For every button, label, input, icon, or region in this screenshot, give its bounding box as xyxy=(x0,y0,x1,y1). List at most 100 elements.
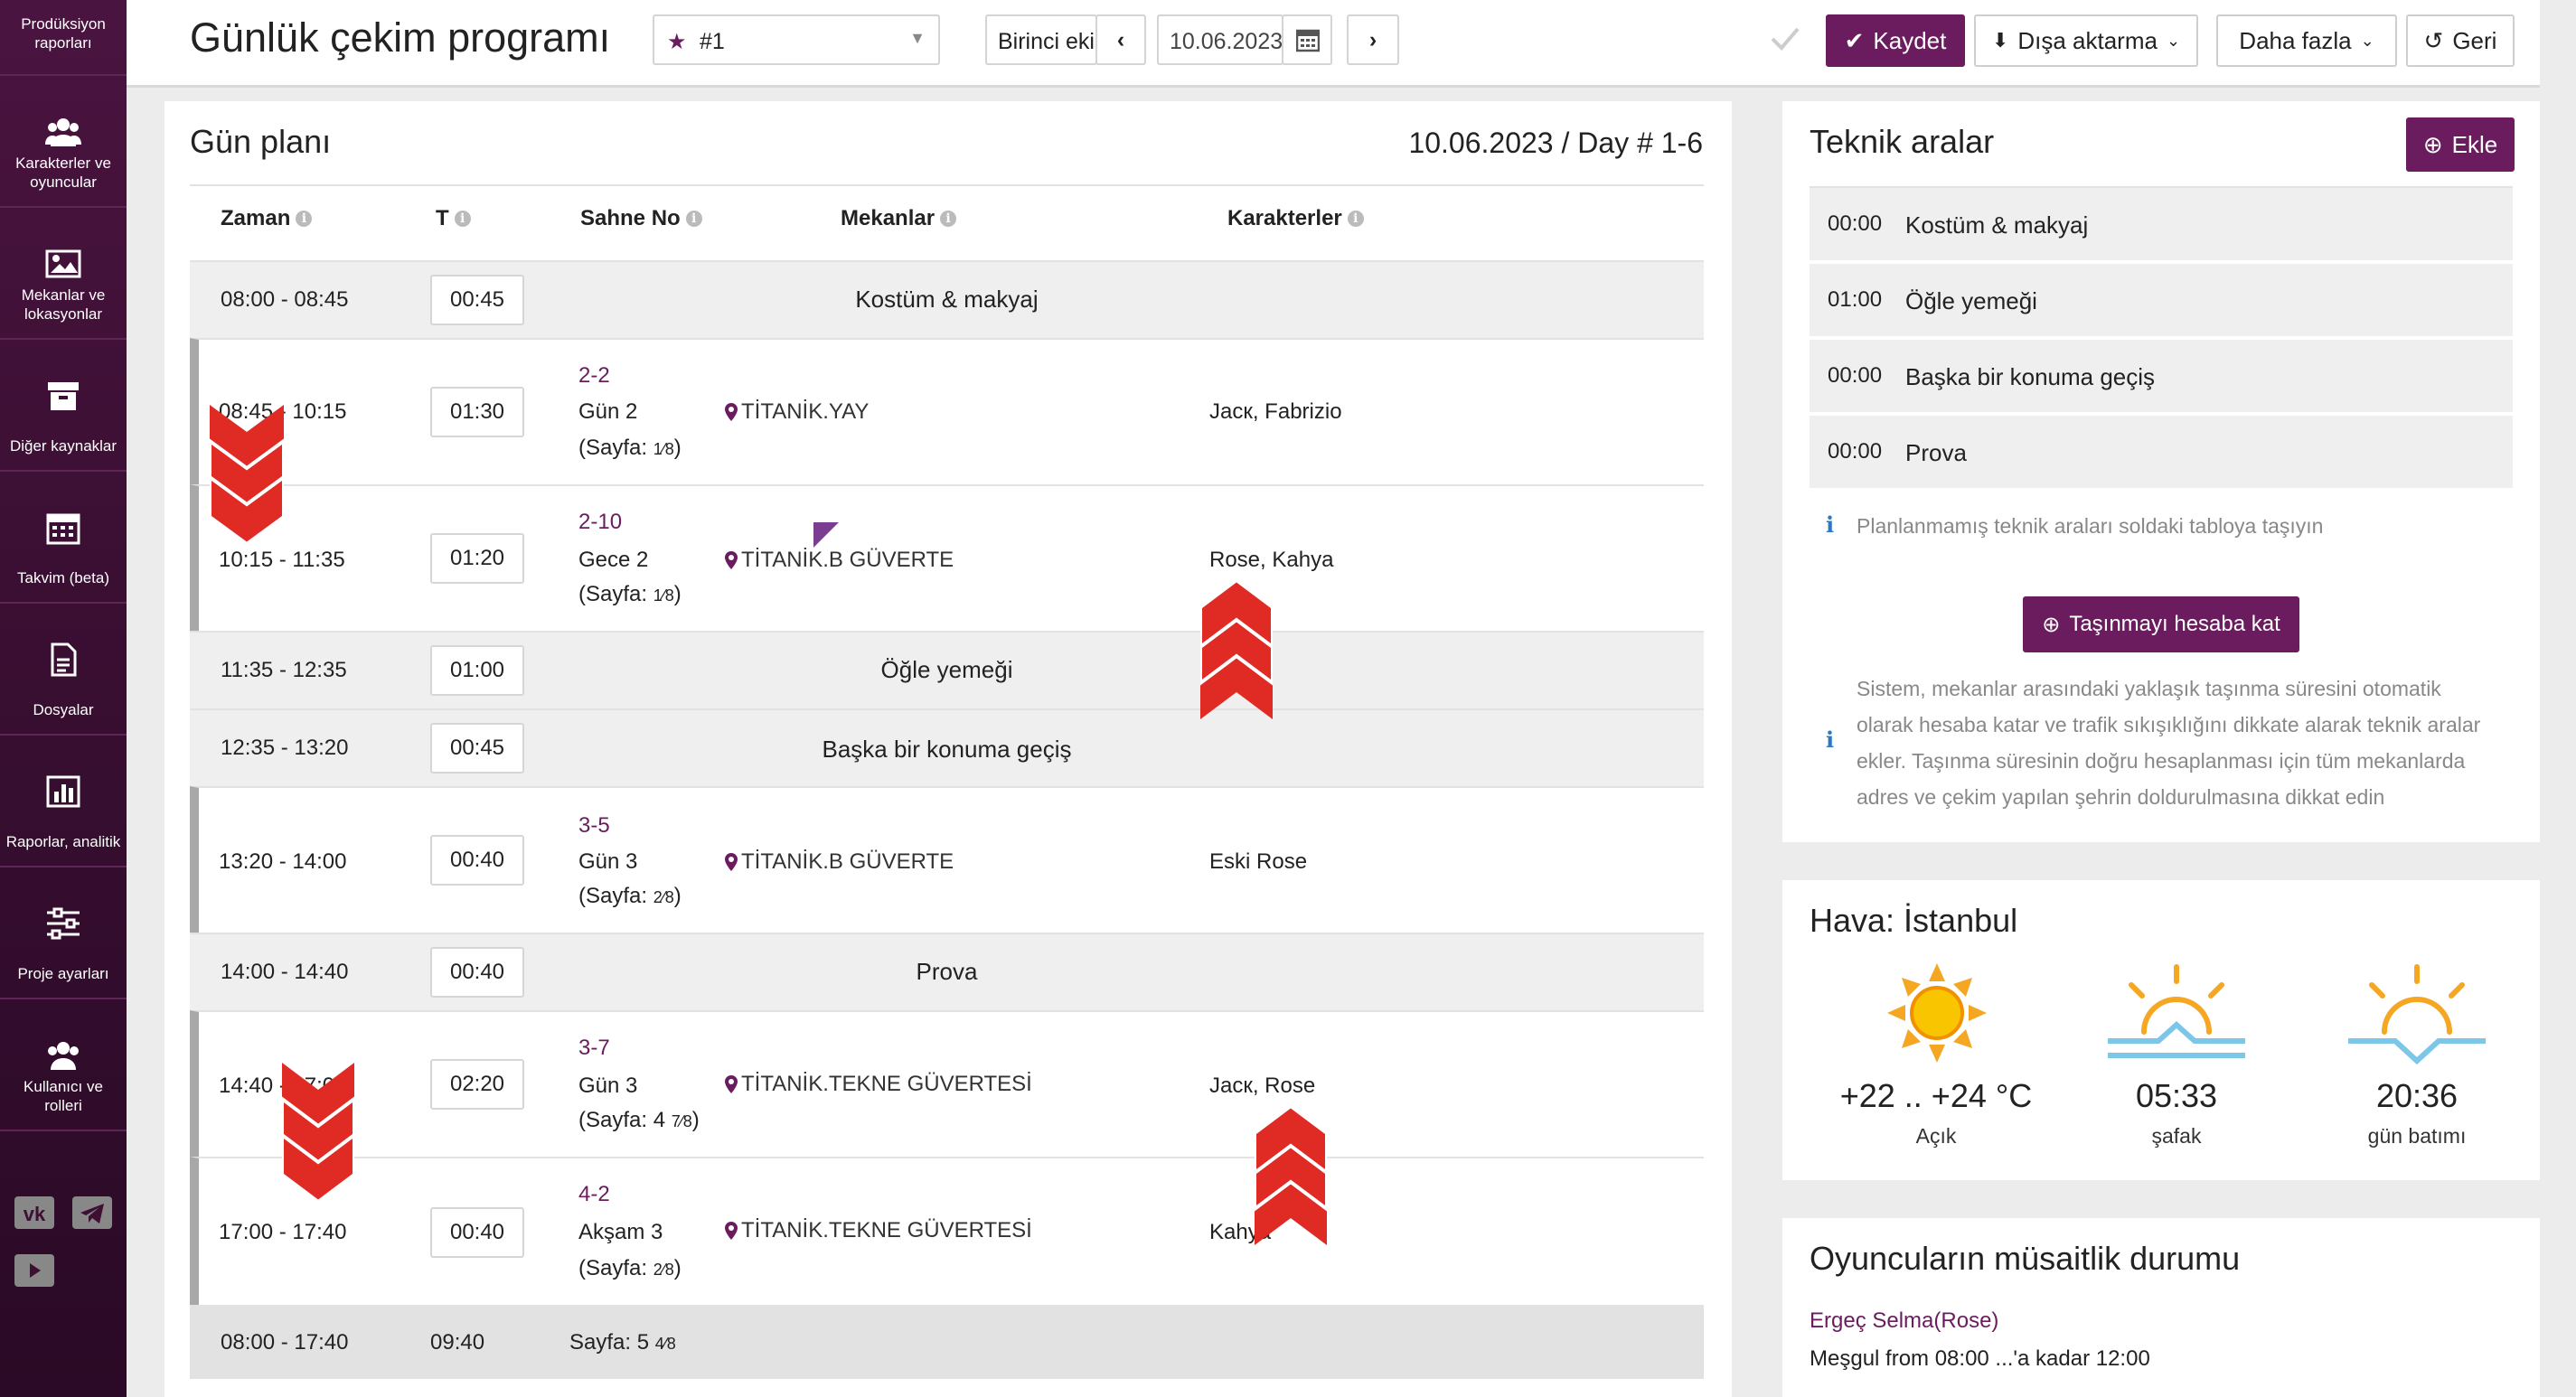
more-button[interactable]: Daha fazla ⌄ xyxy=(2216,14,2397,67)
transfer-description: Sistem, mekanlar arasındaki yaklaşık taş… xyxy=(1857,670,2516,815)
location[interactable]: TİTANİK.TEKNE GÜVERTESİ xyxy=(725,1218,1032,1243)
table-row-scene[interactable]: 14:40 - 17:00 02:20 3-7 Gün 3 (Sayfa: 4 … xyxy=(190,1010,1704,1157)
col-label: Sahne No xyxy=(580,206,681,230)
calendar-button[interactable] xyxy=(1282,14,1332,65)
calc-transfer-button[interactable]: ⊕ Taşınmayı hesaba kat xyxy=(2023,596,2299,652)
col-label: Zaman xyxy=(221,206,291,230)
pages-fraction: 2⁄8 xyxy=(653,1261,674,1279)
row-time: 13:20 - 14:00 xyxy=(219,849,347,874)
sidebar-item-label: Mekanlar ve lokasyonlar xyxy=(21,286,106,323)
sidebar-item-locations[interactable]: Mekanlar ve lokasyonlar xyxy=(0,208,127,340)
row-time: 10:15 - 11:35 xyxy=(219,548,345,572)
pages-text: ) xyxy=(673,1256,682,1280)
scene-number-link[interactable]: 4-2 xyxy=(578,1182,610,1207)
sidebar-item-label: Kullanıcı ve rolleri xyxy=(24,1078,103,1114)
top-bar: Günlük çekim programı ★ #1 ▼ Birinci eki… xyxy=(127,0,2540,88)
info-icon[interactable]: i xyxy=(454,211,471,227)
desc-line: Sistem, mekanlar arasındaki yaklaşık taş… xyxy=(1857,677,2441,700)
telegram-icon[interactable] xyxy=(72,1195,112,1231)
table-row-scene[interactable]: 17:00 - 17:40 00:40 4-2 Akşam 3 (Sayfa: … xyxy=(190,1157,1704,1305)
duration-input[interactable]: 01:30 xyxy=(430,387,524,437)
add-break-button[interactable]: ⊕ Ekle xyxy=(2406,117,2515,172)
sidebar-item-production-reports[interactable]: Prodüksiyon raporları xyxy=(0,0,127,76)
scene-number-link[interactable]: 3-7 xyxy=(578,1036,610,1061)
undo-icon: ↺ xyxy=(2423,26,2444,54)
scene-pages: (Sayfa: 2⁄8) xyxy=(578,1256,682,1281)
scene-desc: Gün 3 xyxy=(578,849,638,874)
table-row-scene[interactable]: 10:15 - 11:35 01:20 2-10 Gece 2 (Sayfa: … xyxy=(190,484,1704,631)
sidebar-item-label: Karakterler ve oyuncular xyxy=(15,155,111,191)
location[interactable]: TİTANİK.B GÜVERTE xyxy=(725,849,954,875)
pages-text: Sayfa: 5 xyxy=(569,1330,655,1355)
temperature: +22 .. +24 °C xyxy=(1839,1077,2033,1114)
date-value: 10.06.2023 xyxy=(1170,29,1283,54)
sidebar-item-reports[interactable]: Raporlar, analitik xyxy=(0,736,127,867)
vk-icon[interactable]: vk xyxy=(14,1195,54,1231)
scene-desc: Akşam 3 xyxy=(578,1220,663,1244)
sidebar-item-files[interactable]: Dosyalar xyxy=(0,604,127,736)
map-pin-icon xyxy=(725,853,738,871)
scene-number-link[interactable]: 2-2 xyxy=(578,363,610,389)
info-icon[interactable]: i xyxy=(940,211,957,227)
table-row-scene[interactable]: 08:45 - 10:15 01:30 2-2 Gün 2 (Sayfa: 1⁄… xyxy=(190,338,1704,484)
sunset-label: gün batımı xyxy=(2367,1124,2467,1148)
move-up-arrow-icon xyxy=(1200,580,1273,719)
save-button[interactable]: ✔ Kaydet xyxy=(1826,14,1965,67)
export-button[interactable]: ⬇ Dışa aktarma ⌄ xyxy=(1974,14,2198,67)
download-icon: ⬇ xyxy=(1991,29,2009,52)
tech-break-item[interactable]: 00:00 Prova xyxy=(1810,416,2513,488)
duration-input[interactable]: 00:40 xyxy=(430,1207,524,1258)
location[interactable]: TİTANİK.YAY xyxy=(725,399,869,425)
info-icon[interactable]: i xyxy=(296,211,313,227)
table-row-break[interactable]: 08:00 - 08:45 00:45 Kostüm & makyaj xyxy=(190,260,1704,338)
scene-desc: Gün 3 xyxy=(578,1074,638,1098)
back-button[interactable]: ↺ Geri xyxy=(2406,14,2515,67)
star-icon: ★ xyxy=(667,30,687,54)
prev-day-button[interactable]: ‹ xyxy=(1095,14,1146,65)
pages-text: ) xyxy=(673,884,682,908)
actor-link[interactable]: Ergeç Selma(Rose) xyxy=(1810,1308,1998,1334)
date-input[interactable]: 10.06.2023 xyxy=(1157,14,1283,65)
duration-input[interactable]: 01:20 xyxy=(430,533,524,584)
sidebar-item-characters[interactable]: Karakterler ve oyuncular xyxy=(0,76,127,208)
scene-number-link[interactable]: 3-5 xyxy=(578,813,610,839)
tech-break-item[interactable]: 00:00 Kostüm & makyaj xyxy=(1810,188,2513,260)
tech-break-item[interactable]: 01:00 Öğle yemeği xyxy=(1810,264,2513,336)
tech-break-item[interactable]: 00:00 Başka bir konuma geçiş xyxy=(1810,340,2513,412)
break-label: Başka bir konuma geçiş xyxy=(822,736,1072,763)
table-row-scene[interactable]: 13:20 - 14:00 00:40 3-5 Gün 3 (Sayfa: 2⁄… xyxy=(190,786,1704,933)
location-name: TİTANİK.YAY xyxy=(741,399,870,424)
svg-text:vk: vk xyxy=(24,1203,46,1225)
break-name: Öğle yemeği xyxy=(1905,287,2037,314)
scene-number-link[interactable]: 2-10 xyxy=(578,510,622,535)
unit-select[interactable]: Birinci ekip xyxy=(985,14,1097,65)
characters: Eski Rose xyxy=(1209,849,1308,874)
info-icon[interactable]: i xyxy=(1347,211,1364,227)
location[interactable]: TİTANİK.TEKNE GÜVERTESİ xyxy=(725,1072,1032,1097)
sidebar-item-other-resources[interactable]: Diğer kaynaklar xyxy=(0,340,127,472)
duration-input[interactable]: 00:40 xyxy=(430,835,524,886)
table-row-break[interactable]: 12:35 - 13:20 00:45 Başka bir konuma geç… xyxy=(190,708,1704,786)
map-pin-icon xyxy=(725,403,738,421)
break-label: Kostüm & makyaj xyxy=(855,286,1039,313)
sidebar-item-calendar[interactable]: Takvim (beta) xyxy=(0,472,127,604)
info-icon: i xyxy=(1826,511,1835,538)
sidebar-item-project-settings[interactable]: Proje ayarları xyxy=(0,867,127,999)
info-icon[interactable]: i xyxy=(685,211,702,227)
sidebar-item-users-roles[interactable]: Kullanıcı ve rolleri xyxy=(0,999,127,1131)
move-up-arrow-icon xyxy=(1255,1106,1327,1245)
sliders-icon xyxy=(47,907,80,940)
calc-transfer-label: Taşınmayı hesaba kat xyxy=(2069,612,2280,636)
table-row-break[interactable]: 14:00 - 14:40 00:40 Prova xyxy=(190,933,1704,1010)
save-label: Kaydet xyxy=(1873,26,1947,54)
duration-input[interactable]: 02:20 xyxy=(430,1059,524,1110)
next-day-button[interactable]: › xyxy=(1347,14,1399,65)
table-row-break[interactable]: 11:35 - 12:35 01:00 Öğle yemeği xyxy=(190,631,1704,708)
map-pin-icon xyxy=(725,1075,738,1093)
scene-pages: (Sayfa: 1⁄8) xyxy=(578,582,682,607)
col-locations: Mekanlar i xyxy=(841,206,957,231)
youtube-icon[interactable] xyxy=(14,1252,54,1289)
location[interactable]: TİTANİK.B GÜVERTE xyxy=(725,548,954,573)
move-down-arrow-icon xyxy=(282,1063,354,1202)
schedule-select[interactable]: ★ #1 ▼ xyxy=(653,14,940,65)
